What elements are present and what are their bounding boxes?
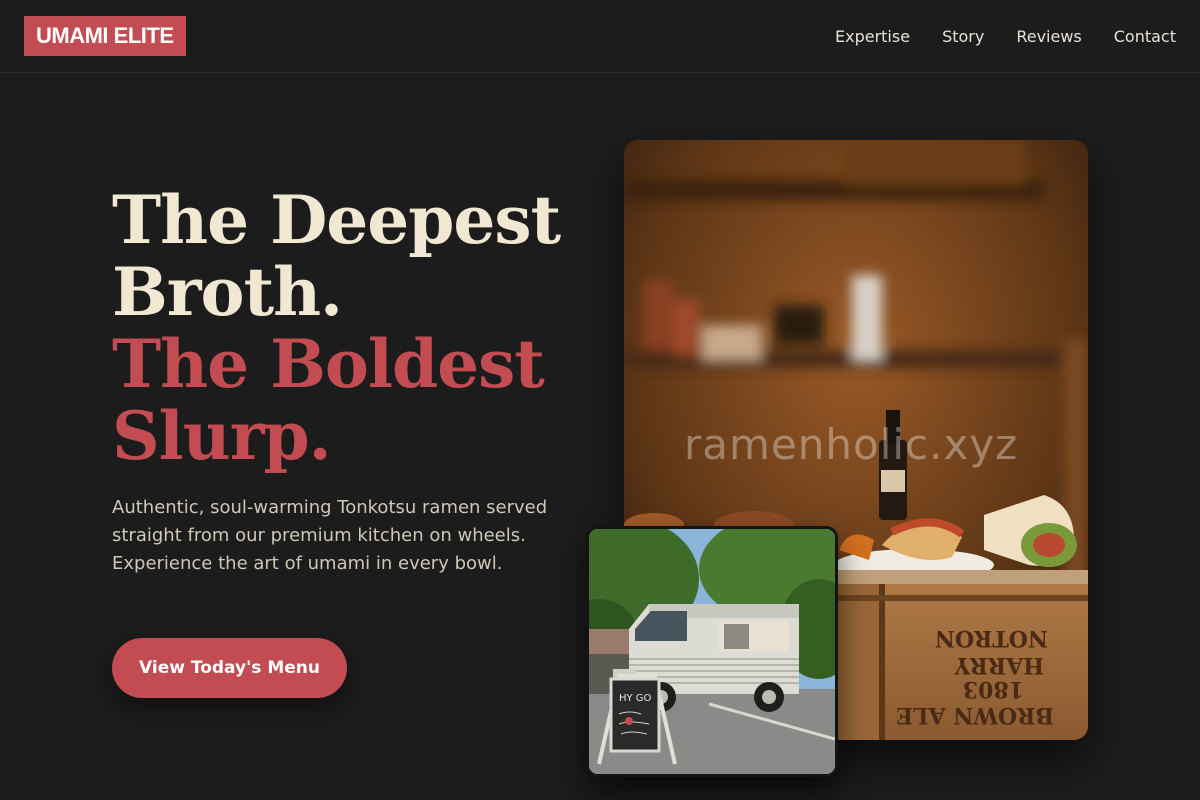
crate-text-3: 1803: [963, 676, 1024, 702]
crate-text-2: HARRY: [954, 652, 1044, 678]
sign-text: HY GO: [619, 693, 652, 704]
main-nav: Expertise Story Reviews Contact: [835, 0, 1176, 72]
hero-title-line-4: Slurp.: [112, 397, 332, 475]
hero-title: The Deepest Broth. The Boldest Slurp.: [112, 184, 572, 472]
photo-watermark: ramenholic.xyz: [684, 420, 1019, 469]
nav-link-story[interactable]: Story: [942, 27, 984, 46]
hero-description: Authentic, soul-warming Tonkotsu ramen s…: [112, 497, 548, 574]
hero-title-line-1: The Deepest: [112, 181, 561, 259]
view-menu-button[interactable]: View Today's Menu: [112, 638, 347, 698]
brand-logo[interactable]: UMAMI ELITE: [24, 16, 186, 56]
hero-title-line-3: The Boldest: [112, 325, 545, 403]
nav-link-expertise[interactable]: Expertise: [835, 27, 910, 46]
crate-text-1: NOTRON: [935, 625, 1048, 651]
hero-title-line-2: Broth.: [112, 253, 343, 331]
nav-link-reviews[interactable]: Reviews: [1016, 27, 1081, 46]
food-truck-photo: HY GO: [586, 526, 838, 777]
crate-text-4: BROWN ALE: [896, 702, 1054, 728]
nav-link-contact[interactable]: Contact: [1114, 27, 1176, 46]
site-header: UMAMI ELITE Expertise Story Reviews Cont…: [0, 0, 1200, 73]
